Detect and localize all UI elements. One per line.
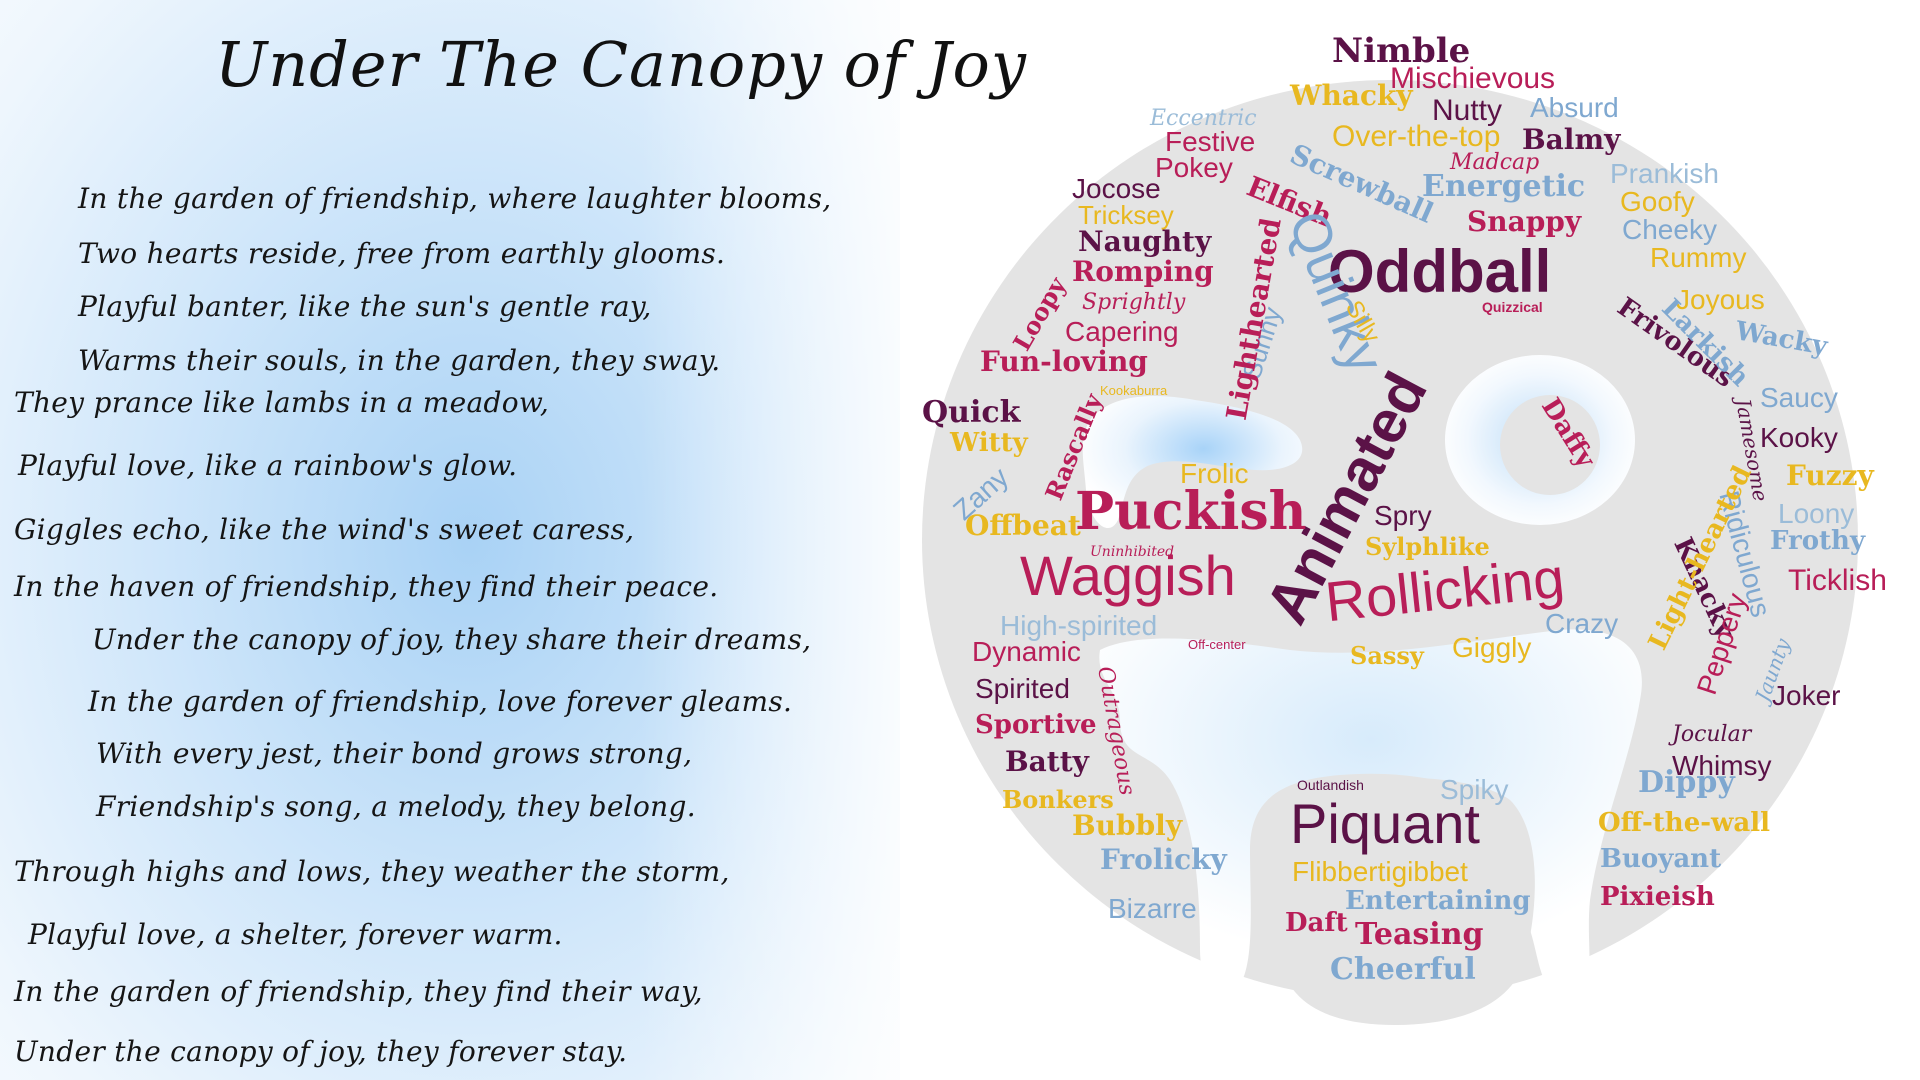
word: Fuzzy <box>1786 459 1874 492</box>
word: Puckish <box>1075 481 1307 542</box>
word: Off-the-wall <box>1598 808 1771 838</box>
word: Snappy <box>1467 205 1582 238</box>
word: Off-center <box>1188 637 1246 652</box>
word: Jocose <box>1072 173 1161 204</box>
word: Witty <box>950 428 1028 458</box>
word: Bizarre <box>1108 893 1197 924</box>
word: Dippy <box>1638 765 1735 800</box>
word: Batty <box>1005 745 1089 778</box>
word: Absurd <box>1530 92 1619 123</box>
word: Cheerful <box>1330 952 1476 987</box>
word: Ticklish <box>1788 564 1887 597</box>
word: Saucy <box>1760 382 1838 413</box>
word: Entertaining <box>1345 886 1531 916</box>
word: Buoyant <box>1600 844 1722 874</box>
word: Rummy <box>1650 242 1747 273</box>
word: Energetic <box>1422 169 1586 204</box>
word: Loony <box>1778 498 1855 529</box>
word: Mischievous <box>1390 62 1556 95</box>
word: Waggish <box>1020 544 1236 607</box>
word: Capering <box>1065 316 1179 347</box>
word: Naughty <box>1078 225 1212 258</box>
word: Quick <box>922 395 1021 430</box>
word: Quizzical <box>1482 299 1543 315</box>
word: Spry <box>1374 500 1432 531</box>
word: Jocular <box>1672 722 1752 747</box>
word: Sportive <box>975 710 1097 740</box>
word: Daft <box>1285 908 1348 938</box>
word: Sassy <box>1350 641 1424 670</box>
word: Frolicky <box>1100 843 1227 876</box>
word: Over-the-top <box>1332 120 1501 153</box>
word: Bubbly <box>1072 809 1183 842</box>
word: Sprightly <box>1082 290 1186 315</box>
word: Piquant <box>1290 792 1480 855</box>
word: Dynamic <box>972 636 1081 667</box>
word: Kookaburra <box>1100 383 1168 398</box>
word: Kooky <box>1760 422 1838 453</box>
word: Outlandish <box>1297 777 1364 793</box>
word: Giggly <box>1452 632 1532 663</box>
word: Pixieish <box>1600 882 1715 912</box>
word: Offbeat <box>965 509 1081 542</box>
word: Frothy <box>1770 526 1866 556</box>
word: Cheeky <box>1622 214 1717 245</box>
word: Goofy <box>1620 186 1695 217</box>
word: Romping <box>1072 255 1214 288</box>
word: Teasing <box>1355 917 1484 952</box>
word: Joker <box>1772 680 1841 711</box>
word: Crazy <box>1545 608 1619 639</box>
word: Fun-loving <box>980 345 1148 378</box>
word: Spirited <box>975 673 1070 704</box>
word: Flibbertigibbet <box>1292 856 1468 887</box>
word: Pokey <box>1155 152 1233 183</box>
word: Prankish <box>1610 158 1719 189</box>
word: Whacky <box>1290 79 1413 112</box>
